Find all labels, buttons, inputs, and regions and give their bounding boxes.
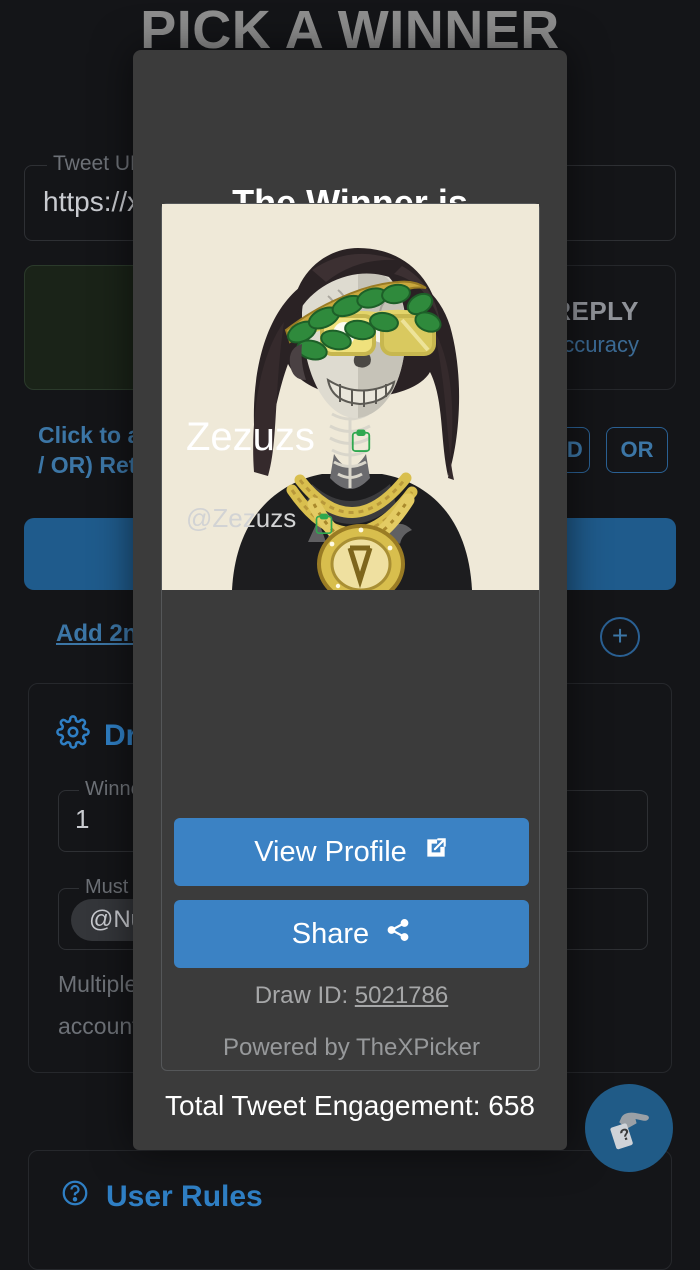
draw-id-value[interactable]: 5021786 [355,982,448,1009]
plus-circle-icon[interactable]: + [600,617,640,657]
hand-card-icon: ? [603,1100,655,1157]
view-profile-button[interactable]: View Profile [174,818,529,886]
external-link-icon [423,835,449,869]
view-profile-label: View Profile [254,835,407,868]
winner-handle: @Zezuzs [186,503,297,533]
winner-modal: The Winner is Zezuzs @Zezuzs View Profil… [133,50,567,1150]
or-button[interactable]: OR [606,427,668,473]
share-label: Share [291,917,370,950]
winners-count-value: 1 [75,804,90,834]
winner-card: Zezuzs @Zezuzs View Profile Share Draw I… [161,203,540,1071]
help-fab-button[interactable]: ? [585,1084,673,1172]
gear-icon [56,715,90,757]
clipboard-icon[interactable] [314,512,336,538]
winner-name: Zezuzs [186,415,315,459]
clipboard-icon[interactable] [350,428,372,454]
user-rules-title: User Rules [106,1180,263,1213]
share-button[interactable]: Share [174,900,529,968]
share-icon [385,917,411,951]
draw-id: Draw ID: 5021786 [162,982,541,1010]
powered-by: Powered by TheXPicker [222,1034,480,1061]
total-engagement: Total Tweet Engagement: 658 [165,1090,535,1121]
user-rules-heading: User Rules [60,1178,263,1216]
question-icon [60,1178,90,1216]
draw-id-label: Draw ID: [254,982,349,1009]
